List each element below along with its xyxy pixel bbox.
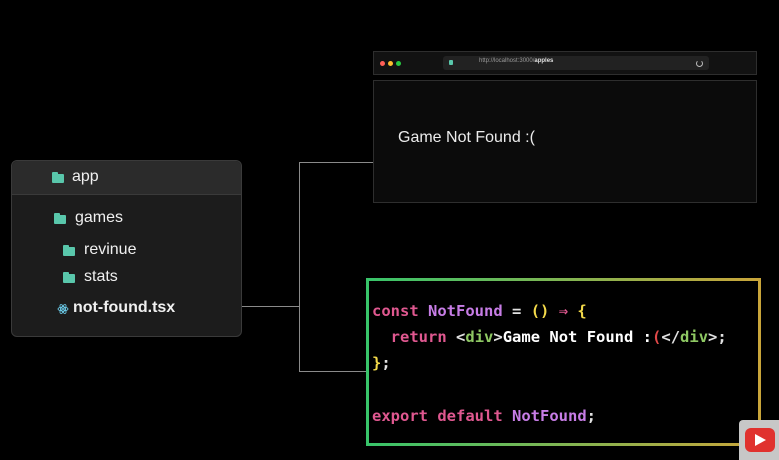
tree-item-games[interactable]: games <box>75 209 123 227</box>
react-icon <box>57 304 69 314</box>
connector-line <box>299 162 300 371</box>
browser-toolbar: http://localhost:3000/apples <box>373 51 757 75</box>
folder-icon <box>52 172 64 183</box>
browser-viewport: Game Not Found :( <box>373 80 757 203</box>
code-line-3: }; <box>372 354 391 372</box>
tree-item-stats[interactable]: stats <box>84 268 118 286</box>
file-tree-selected-row[interactable] <box>12 161 241 195</box>
tree-item-not-found-file[interactable]: not-found.tsx <box>73 299 175 317</box>
lock-icon <box>449 60 453 65</box>
minimize-window-button[interactable] <box>388 61 393 66</box>
maximize-window-button[interactable] <box>396 61 401 66</box>
folder-icon <box>54 213 66 224</box>
address-bar[interactable]: http://localhost:3000/apples <box>443 56 709 70</box>
connector-line <box>299 371 366 372</box>
code-line-1: const NotFound = () ⇒ { <box>372 302 587 320</box>
code-snippet: const NotFound = () ⇒ { return <div>Game… <box>366 278 761 446</box>
file-tree-panel: app games revinue stats not-found.tsx <box>11 160 242 337</box>
url-text: http://localhost:3000/apples <box>479 58 554 64</box>
tree-item-revinue[interactable]: revinue <box>84 241 136 259</box>
play-icon <box>745 428 775 452</box>
reload-icon[interactable] <box>696 60 703 67</box>
connector-line <box>242 306 299 307</box>
code-line-5: export default NotFound; <box>372 407 597 425</box>
folder-icon <box>63 272 75 283</box>
folder-icon <box>63 245 75 256</box>
tree-item-app[interactable]: app <box>72 168 99 186</box>
page-message: Game Not Found :( <box>398 129 535 146</box>
code-line-2: return <div>Game Not Found :(</div>; <box>390 328 727 346</box>
youtube-icon[interactable] <box>739 420 779 460</box>
close-window-button[interactable] <box>380 61 385 66</box>
connector-line <box>299 162 373 163</box>
